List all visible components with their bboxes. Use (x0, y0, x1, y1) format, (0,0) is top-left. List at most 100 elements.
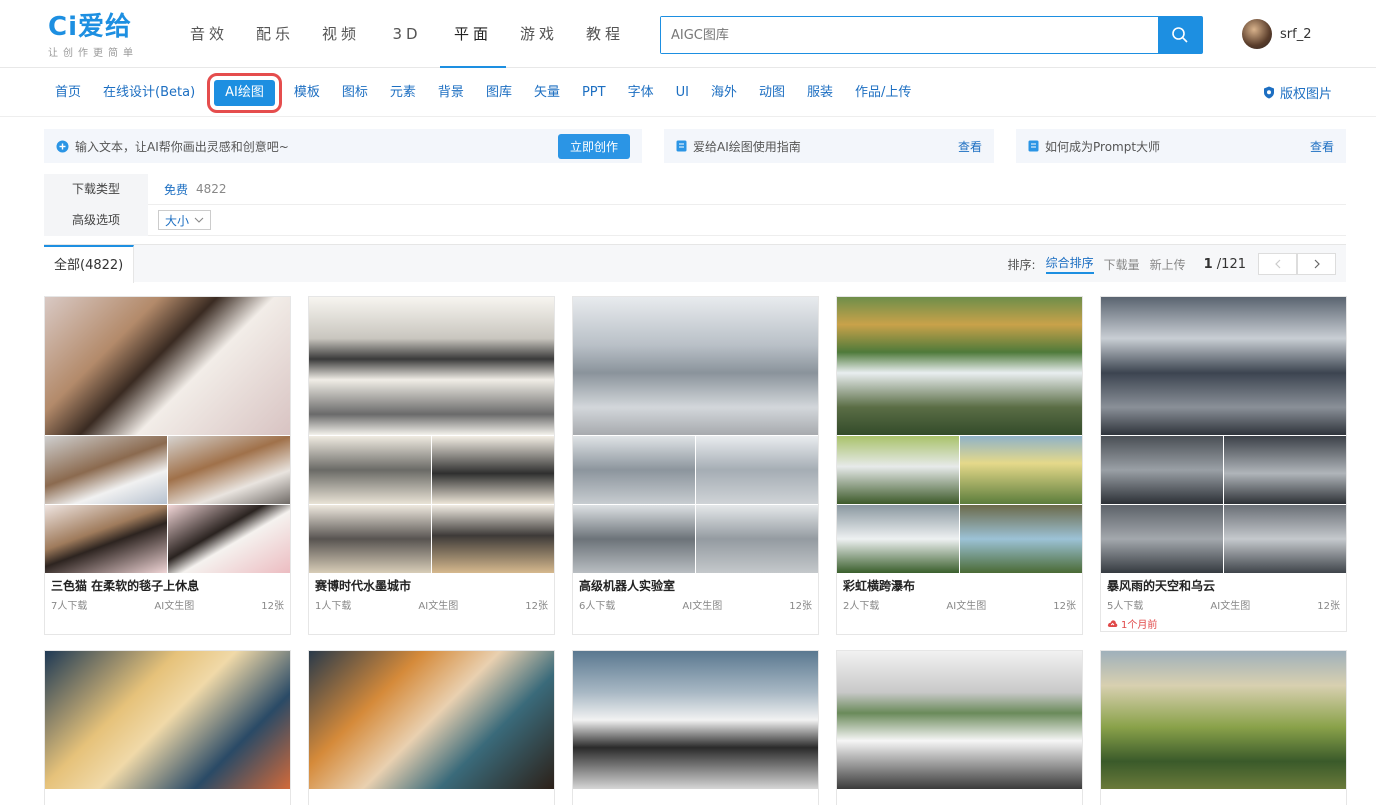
card-cover-image[interactable] (1101, 651, 1346, 789)
image-set-card[interactable]: 三色猫 在柔软的毯子上休息 7人下载 AI文生图 12张 (44, 296, 291, 635)
page-current: 1 (1203, 256, 1213, 272)
sub-nav-ui[interactable]: UI (665, 80, 700, 106)
user-menu[interactable]: srf_2 (1242, 19, 1311, 49)
avatar[interactable] (1242, 19, 1272, 49)
card-thumbnail[interactable] (45, 436, 167, 504)
card-thumbnail[interactable] (696, 505, 818, 573)
prev-page-button[interactable] (1258, 253, 1297, 275)
card-downloads: 1人下载 (315, 601, 352, 612)
card-thumbnail[interactable] (45, 505, 167, 573)
card-cover-image[interactable] (837, 297, 1082, 435)
sub-nav-templates[interactable]: 模板 (283, 80, 331, 106)
search-button[interactable] (1158, 17, 1202, 53)
image-set-card[interactable]: 彩虹横跨瀑布 2人下载 AI文生图 12张 (836, 296, 1083, 635)
image-set-card[interactable]: 赛博时代水墨城市 1人下载 AI文生图 12张 (308, 296, 555, 635)
image-set-card[interactable] (572, 650, 819, 805)
card-count: 12张 (1317, 601, 1340, 612)
card-thumbnail[interactable] (1101, 436, 1223, 504)
tab-all[interactable]: 全部(4822) (44, 245, 135, 283)
sub-nav: 首页 在线设计(Beta) AI绘图 模板 图标 元素 背景 图库 矢量 PPT… (0, 69, 1376, 117)
card-thumbnail[interactable] (837, 505, 959, 573)
sub-nav-icons[interactable]: 图标 (331, 80, 379, 106)
card-thumbnail[interactable] (837, 436, 959, 504)
card-thumbnail[interactable] (696, 436, 818, 504)
card-title[interactable]: 暴风雨的天空和乌云 (1101, 573, 1346, 594)
sort-comprehensive[interactable]: 综合排序 (1045, 254, 1094, 274)
top-nav-tutorial[interactable]: 教程 (572, 0, 638, 68)
top-nav: 音效 配乐 视频 3D 平面 游戏 教程 (176, 0, 638, 68)
sub-nav-ppt[interactable]: PPT (571, 80, 617, 106)
card-thumbnail[interactable] (1224, 505, 1346, 573)
image-set-card[interactable] (308, 650, 555, 805)
card-cover-image[interactable] (573, 297, 818, 435)
top-nav-sound[interactable]: 音效 (176, 0, 242, 68)
card-cover-image[interactable] (837, 651, 1082, 789)
filter-free-count: 4822 (196, 182, 227, 196)
next-page-button[interactable] (1297, 253, 1336, 275)
card-cover-image[interactable] (45, 297, 290, 435)
image-set-card[interactable] (1100, 650, 1347, 805)
create-now-button[interactable]: 立即创作 (557, 133, 630, 159)
sort-label: 排序: (1007, 257, 1036, 272)
sub-nav-fonts[interactable]: 字体 (617, 80, 665, 106)
top-nav-graphic[interactable]: 平面 (440, 0, 506, 68)
size-dropdown[interactable]: 大小 (158, 210, 212, 230)
image-set-card[interactable]: 暴风雨的天空和乌云 5人下载 AI文生图 12张 1个月前 (1100, 296, 1347, 632)
card-thumbnail[interactable] (309, 505, 431, 573)
card-count: 12张 (1053, 601, 1076, 612)
sub-nav-gifs[interactable]: 动图 (748, 80, 796, 106)
sub-nav-home[interactable]: 首页 (44, 80, 92, 106)
card-thumbnail[interactable] (573, 436, 695, 504)
card-cover-image[interactable] (309, 651, 554, 789)
sub-nav-clothing[interactable]: 服装 (796, 80, 844, 106)
guide-view-link[interactable]: 查看 (958, 138, 982, 155)
card-cover-image[interactable] (1101, 297, 1346, 435)
copyright-images-link[interactable]: 版权图片 (1263, 83, 1332, 102)
card-type: AI文生图 (946, 601, 987, 612)
sort-newest[interactable]: 新上传 (1150, 256, 1186, 273)
prompt-banner[interactable]: 输入文本，让AI帮你画出灵感和创意吧~ 立即创作 (44, 129, 642, 163)
sub-nav-backgrounds[interactable]: 背景 (427, 80, 475, 106)
card-title[interactable]: 赛博时代水墨城市 (309, 573, 554, 594)
banner-row: 输入文本，让AI帮你画出灵感和创意吧~ 立即创作 爱给AI绘图使用指南 查看 如… (44, 129, 1346, 163)
image-set-card[interactable] (836, 650, 1083, 805)
card-thumbnail[interactable] (309, 436, 431, 504)
site-logo[interactable]: Ci爱给 让创作更简单 (48, 12, 158, 60)
filter-free-option[interactable]: 免费 (164, 181, 188, 198)
card-thumbnail[interactable] (960, 505, 1082, 573)
sub-nav-elements[interactable]: 元素 (379, 80, 427, 106)
sort-downloads[interactable]: 下载量 (1104, 256, 1140, 273)
sub-nav-gallery[interactable]: 图库 (475, 80, 523, 106)
image-set-card[interactable] (44, 650, 291, 805)
sub-nav-online-design[interactable]: 在线设计(Beta) (92, 80, 206, 106)
image-set-card[interactable]: 高级机器人实验室 6人下载 AI文生图 12张 (572, 296, 819, 635)
card-title[interactable]: 三色猫 在柔软的毯子上休息 (45, 573, 290, 594)
top-nav-music[interactable]: 配乐 (242, 0, 308, 68)
guide-banner[interactable]: 爱给AI绘图使用指南 查看 (664, 129, 994, 163)
card-thumbnail[interactable] (960, 436, 1082, 504)
card-cover-image[interactable] (309, 297, 554, 435)
card-thumbnail[interactable] (432, 505, 554, 573)
sub-nav-ai-drawing[interactable]: AI绘图 (207, 73, 282, 113)
card-cover-image[interactable] (45, 651, 290, 789)
card-title[interactable]: 高级机器人实验室 (573, 573, 818, 594)
card-cover-image[interactable] (573, 651, 818, 789)
sub-nav-overseas[interactable]: 海外 (700, 80, 748, 106)
top-nav-3d[interactable]: 3D (374, 0, 440, 68)
sub-nav-vector[interactable]: 矢量 (523, 80, 571, 106)
top-nav-game[interactable]: 游戏 (506, 0, 572, 68)
username[interactable]: srf_2 (1280, 27, 1311, 42)
card-thumbnail[interactable] (168, 436, 290, 504)
shield-icon (1263, 86, 1274, 99)
card-thumbnail[interactable] (1224, 436, 1346, 504)
card-title[interactable]: 彩虹横跨瀑布 (837, 573, 1082, 594)
search-input[interactable] (661, 17, 1158, 53)
card-thumbnail[interactable] (168, 505, 290, 573)
sub-nav-upload[interactable]: 作品/上传 (844, 80, 922, 106)
card-thumbnail[interactable] (432, 436, 554, 504)
prompt-master-view-link[interactable]: 查看 (1310, 138, 1334, 155)
top-nav-video[interactable]: 视频 (308, 0, 374, 68)
card-thumbnail[interactable] (1101, 505, 1223, 573)
prompt-master-banner[interactable]: 如何成为Prompt大师 查看 (1016, 129, 1346, 163)
card-thumbnail[interactable] (573, 505, 695, 573)
